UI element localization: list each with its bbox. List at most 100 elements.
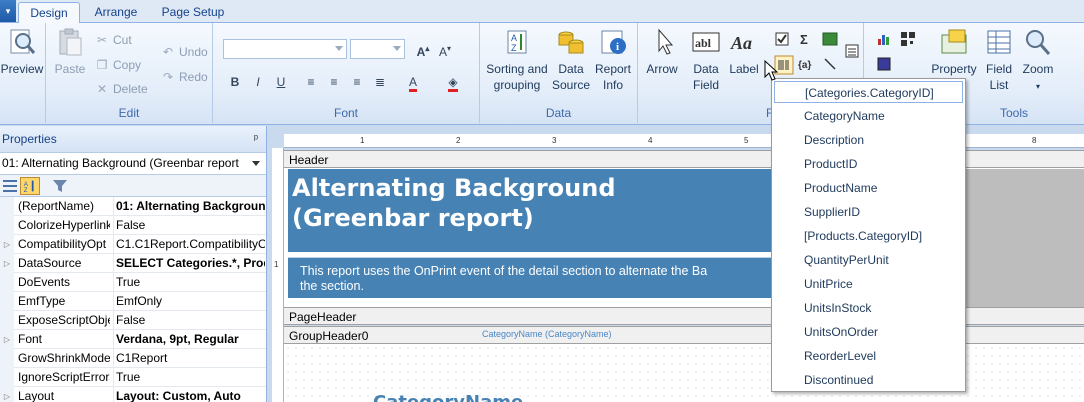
- property-row[interactable]: (ReportName) 01: Alternating Background: [0, 197, 266, 216]
- sorting-grouping-button[interactable]: A Z Sorting and grouping: [484, 27, 550, 93]
- tab-design[interactable]: Design: [18, 2, 80, 24]
- sum-field-icon[interactable]: Σ: [798, 31, 814, 47]
- edit-group: Paste ✂ Cut ❐ Copy ✕ Delete ↶ Undo ↷ Redo Edi…: [46, 23, 213, 123]
- report-info-button[interactable]: i Report Info: [592, 27, 634, 93]
- preview-button[interactable]: Preview: [0, 27, 44, 77]
- delete-button[interactable]: ✕ Delete: [94, 80, 148, 98]
- field-menu-item[interactable]: UnitsInStock: [774, 297, 963, 319]
- paste-button[interactable]: Paste: [52, 27, 88, 77]
- arrow-button[interactable]: Arrow: [642, 27, 682, 77]
- justify-button[interactable]: ≣: [370, 72, 390, 92]
- property-value[interactable]: True: [113, 273, 265, 292]
- field-menu-item[interactable]: QuantityPerUnit: [774, 249, 963, 271]
- field-menu-item[interactable]: ProductID: [774, 153, 963, 175]
- expand-arrow-icon[interactable]: ▷: [0, 330, 14, 349]
- checkbox-field-icon[interactable]: [774, 31, 790, 47]
- property-button[interactable]: Property: [930, 27, 978, 77]
- align-center-button[interactable]: ≡: [324, 72, 344, 92]
- property-value[interactable]: False: [113, 311, 265, 330]
- property-value[interactable]: False: [113, 216, 265, 235]
- property-row[interactable]: IgnoreScriptErrors True: [0, 368, 266, 387]
- justify-icon: ≣: [374, 75, 386, 89]
- field-menu-item[interactable]: ProductName: [774, 177, 963, 199]
- field-menu-item[interactable]: Description: [774, 129, 963, 151]
- svg-text:abl: abl: [695, 36, 712, 50]
- object-selector[interactable]: 01: Alternating Background (Greenbar rep…: [0, 153, 266, 175]
- label-button[interactable]: Aa Label: [726, 27, 762, 77]
- svg-text:{a}: {a}: [798, 60, 811, 71]
- copy-button[interactable]: ❐ Copy: [94, 56, 141, 74]
- report-description-field[interactable]: This report uses the OnPrint event of th…: [288, 257, 783, 298]
- redo-button[interactable]: ↷ Redo: [160, 68, 208, 86]
- bold-button[interactable]: B: [225, 72, 245, 92]
- field-menu-item[interactable]: [Categories.CategoryID]: [774, 81, 963, 103]
- row-gutter: [0, 273, 14, 292]
- svg-text:Aa: Aa: [730, 33, 752, 53]
- font-color-button[interactable]: A: [403, 72, 423, 92]
- property-row[interactable]: ▷ Layout Layout: Custom, Auto: [0, 387, 266, 402]
- filter-icon[interactable]: [50, 177, 70, 195]
- property-value[interactable]: SELECT Categories.*, Products: [113, 254, 265, 273]
- tab-page-setup[interactable]: Page Setup: [152, 2, 234, 23]
- category-name-field[interactable]: CategoryName: [373, 392, 523, 402]
- property-value[interactable]: True: [113, 368, 265, 387]
- field-menu-item[interactable]: [Products.CategoryID]: [774, 225, 963, 247]
- expand-arrow-icon[interactable]: ▷: [0, 387, 14, 402]
- property-row[interactable]: ExposeScriptObje False: [0, 311, 266, 330]
- chart-image-field-icon[interactable]: [822, 31, 838, 47]
- pin-icon[interactable]: ᵖ: [254, 126, 258, 153]
- undo-button[interactable]: ↶ Undo: [160, 43, 208, 61]
- fill-color-button[interactable]: ◈: [443, 72, 463, 92]
- table-field-icon[interactable]: [844, 43, 860, 59]
- ruler-mark: 5: [744, 136, 749, 145]
- property-value[interactable]: EmfOnly: [113, 292, 265, 311]
- field-menu-item[interactable]: CategoryName: [774, 105, 963, 127]
- italic-button[interactable]: I: [248, 72, 268, 92]
- delete-x-icon: ✕: [96, 82, 108, 96]
- expand-arrow-icon[interactable]: ▷: [0, 235, 14, 254]
- field-menu-item[interactable]: UnitPrice: [774, 273, 963, 295]
- application-menu-button[interactable]: ▾: [0, 0, 16, 22]
- property-row[interactable]: GrowShrinkMode C1Report: [0, 349, 266, 368]
- chevron-down-icon: [393, 46, 401, 51]
- categorized-view-icon[interactable]: [0, 177, 20, 195]
- font-name-combo[interactable]: [223, 39, 347, 59]
- property-row[interactable]: ▷ CompatibilityOpt C1.C1Report.Compatibili…: [0, 235, 266, 254]
- field-list-button[interactable]: Field List: [980, 27, 1018, 93]
- property-value[interactable]: C1Report: [113, 349, 265, 368]
- property-row[interactable]: ▷ Font Verdana, 9pt, Regular: [0, 330, 266, 349]
- report-title-field[interactable]: Alternating Background (Greenbar report): [288, 169, 783, 252]
- magnifier-page-icon: [10, 29, 36, 54]
- zoom-button[interactable]: Zoom ▾: [1020, 27, 1056, 95]
- align-left-button[interactable]: ≡: [301, 72, 321, 92]
- field-menu-item[interactable]: SupplierID: [774, 201, 963, 223]
- data-field-button[interactable]: abl Data Field: [688, 27, 724, 93]
- property-row[interactable]: EmfType EmfOnly: [0, 292, 266, 311]
- expand-arrow-icon[interactable]: ▷: [0, 254, 14, 273]
- grow-font-button[interactable]: A▴: [413, 39, 433, 59]
- align-right-button[interactable]: ≡: [347, 72, 367, 92]
- alphabetical-sort-icon[interactable]: AZ: [20, 177, 40, 195]
- field-menu-item[interactable]: Discontinued: [774, 369, 963, 391]
- line-field-icon[interactable]: [822, 56, 838, 72]
- property-value[interactable]: Verdana, 9pt, Regular: [113, 330, 265, 349]
- cut-button[interactable]: ✂ Cut: [94, 31, 132, 49]
- field-menu-item[interactable]: UnitsOnOrder: [774, 321, 963, 343]
- property-row[interactable]: DoEvents True: [0, 273, 266, 292]
- field-menu-item[interactable]: ReorderLevel: [774, 345, 963, 367]
- qr-code-icon[interactable]: [900, 31, 916, 47]
- data-source-button[interactable]: Data Source: [552, 27, 590, 93]
- bar-chart-icon[interactable]: [876, 31, 892, 47]
- property-value[interactable]: C1.C1Report.CompatibilityOptions: [113, 235, 265, 254]
- tab-arrange[interactable]: Arrange: [84, 2, 148, 23]
- underline-button[interactable]: U: [271, 72, 291, 92]
- expression-field-icon[interactable]: {a}: [798, 56, 814, 72]
- property-row[interactable]: ColorizeHyperlink False: [0, 216, 266, 235]
- shrink-font-button[interactable]: A▾: [435, 39, 455, 59]
- property-value[interactable]: 01: Alternating Background: [113, 197, 265, 216]
- rectangle-shape-icon[interactable]: [876, 56, 892, 72]
- property-value[interactable]: Layout: Custom, Auto: [113, 387, 265, 402]
- property-row[interactable]: ▷ DataSource SELECT Categories.*, Products: [0, 254, 266, 273]
- font-size-combo[interactable]: [350, 39, 405, 59]
- properties-header: Properties ᵖ: [0, 126, 266, 153]
